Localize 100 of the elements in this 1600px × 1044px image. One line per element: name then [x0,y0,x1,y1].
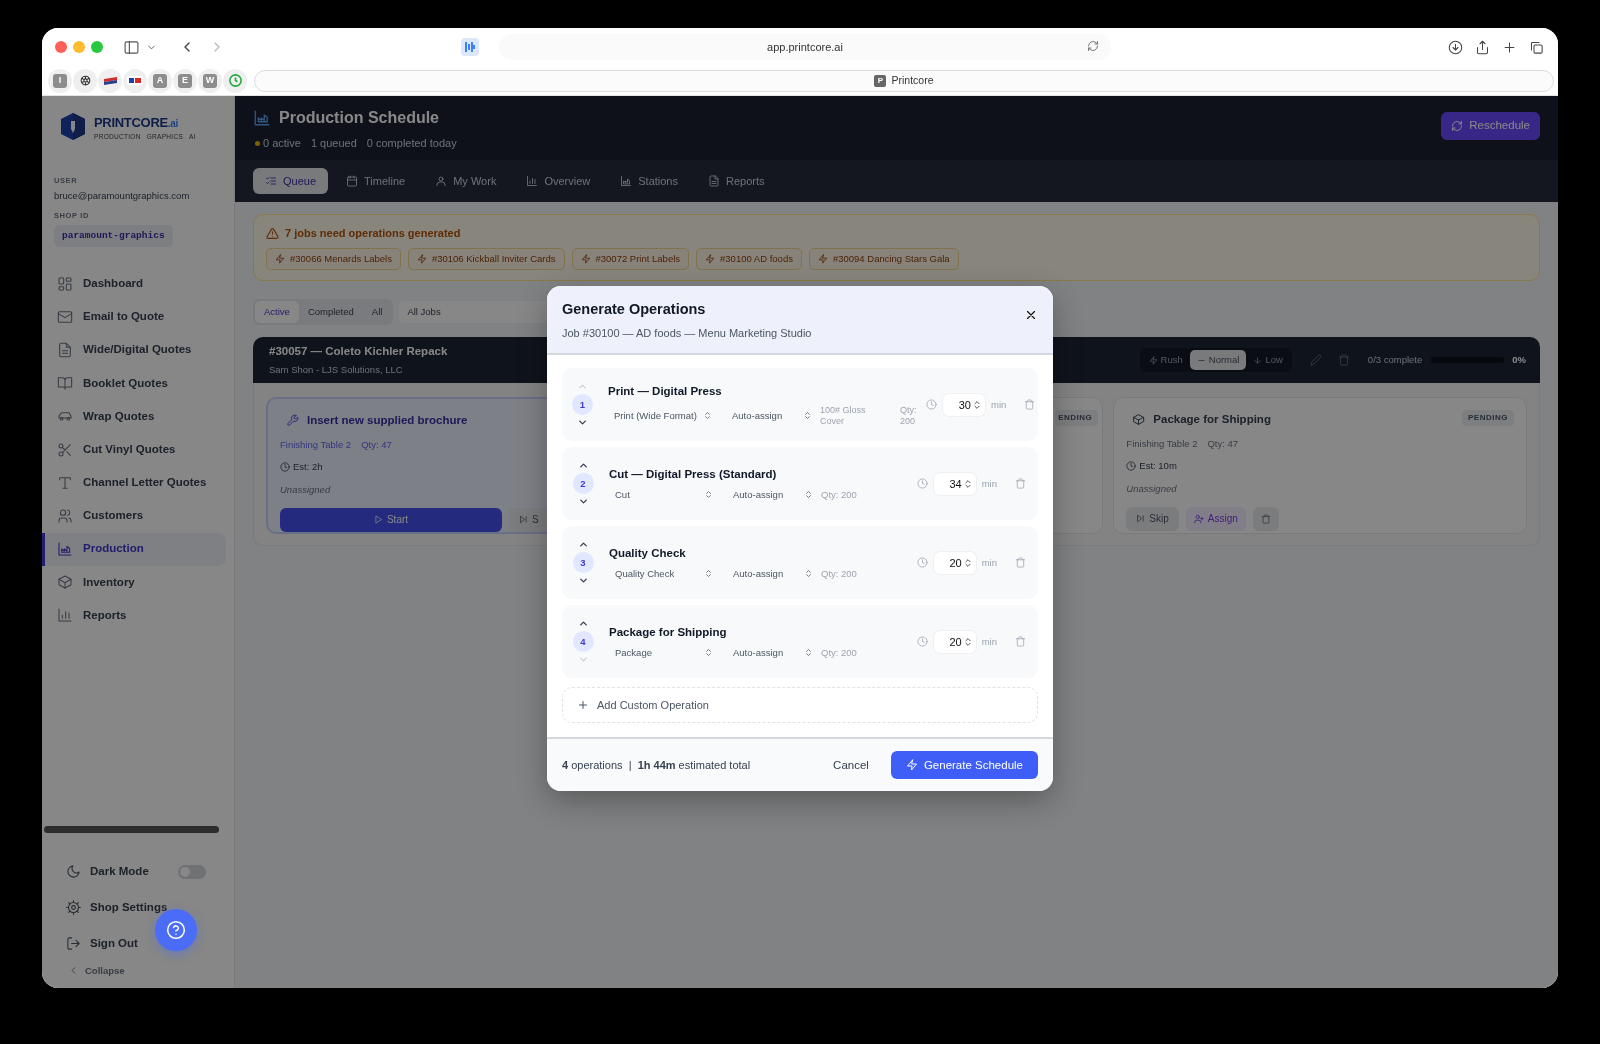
bar-chart-icon [57,607,73,624]
step-number: 1 [572,394,593,416]
scrollbar[interactable] [44,825,219,833]
operation-type-select[interactable]: Print (Wide Format) [608,408,712,423]
assignee: Unassigned [280,482,331,497]
sidebar-item[interactable]: Customers [42,499,226,533]
view-tab[interactable]: Stations [608,168,690,194]
sign-out-icon [66,936,81,952]
station-name: Finishing Table 2 [1126,437,1198,452]
stepper-icon [972,399,982,410]
sidebar-item[interactable]: Email to Quote [42,300,226,334]
operation-type-select[interactable]: Cut [609,487,713,502]
status-dot [255,140,260,146]
operation-type-select[interactable]: Package [609,645,713,660]
minutes-field[interactable]: 34 [933,472,976,495]
view-tab[interactable]: Queue [253,168,329,194]
assignee-select[interactable]: Auto-assign [727,645,813,660]
minutes-field[interactable]: 20 [933,551,976,574]
generate-schedule-button[interactable]: Generate Schedule [890,751,1038,780]
view-tab[interactable]: My Work [423,168,509,194]
assignee-select[interactable]: Auto-assign [727,487,813,502]
collapse-button[interactable]: Collapse [42,963,234,978]
up-down-icon [704,490,713,500]
user-plus-icon [1193,513,1204,524]
job-chip[interactable]: #30066 Menards Labels [266,247,401,270]
sidebar-item[interactable]: Channel Letter Quotes [42,466,226,500]
job-chip[interactable]: #30094 Dancing Stars Gala [808,247,959,270]
browser-tab[interactable]: P Printcore [254,69,1554,92]
skip-button[interactable]: Skip [1126,506,1179,531]
job-chip[interactable]: #30100 AD foods [696,247,802,270]
schedule-stat: 0 active [263,136,301,151]
skip-button[interactable]: S [509,507,549,532]
add-operation-button[interactable]: Add Custom Operation [562,687,1038,724]
sidebar-item[interactable]: Wide/Digital Quotes [42,333,226,367]
address-bar[interactable]: app.printcore.ai [499,34,1111,60]
pinned-tab[interactable] [98,68,122,93]
extension-icon[interactable] [461,38,479,56]
chart-icon [57,541,73,558]
stepper-icon [962,557,973,568]
clock-icon [916,478,928,490]
sidebar-item[interactable]: Reports [42,598,226,633]
view-tab[interactable]: Timeline [334,168,418,194]
pinned-tab[interactable]: A [148,68,172,93]
operation-name: Package for Shipping [609,624,728,640]
sidebar-item[interactable]: Cut Vinyl Quotes [42,432,226,467]
clock-icon [926,399,937,411]
sidebar-item[interactable]: Wrap Quotes [42,399,226,433]
pinned-tab[interactable] [73,68,97,93]
assignee-select[interactable]: Auto-assign [727,566,813,581]
scissors-icon [57,441,73,458]
minutes-unit: min [981,476,997,491]
sidebar-item[interactable]: Booklet Quotes [42,366,226,400]
start-button[interactable]: Start [280,507,502,532]
trash-icon [1337,354,1350,366]
close-button[interactable] [1024,308,1038,322]
job-chip[interactable]: #30106 Kickball Inviter Cards [407,247,565,270]
filter-segment[interactable]: Active [255,300,299,323]
lightning-icon [1148,355,1158,365]
assignee-select[interactable]: Auto-assign [726,408,812,423]
reload-icon [1087,40,1099,52]
cancel-button[interactable]: Cancel [827,755,875,775]
trash-icon [1024,399,1036,411]
user-icon [435,175,448,187]
user-email: bruce@paramountgraphics.com [53,189,191,204]
quantity: Qty: 200 [821,568,857,580]
filter-segment[interactable]: Completed [298,300,363,323]
priority-option[interactable]: Rush [1141,349,1190,371]
view-tab[interactable]: Reports [696,168,777,194]
clock-icon [227,73,243,88]
quantity: Qty: 200 [821,647,857,659]
text-icon [57,474,73,491]
reschedule-button[interactable]: Reschedule [1441,112,1540,140]
sidebar-item[interactable]: Dashboard [42,267,226,301]
view-tab[interactable]: Overview [514,168,603,194]
assign-button[interactable]: Assign [1185,506,1246,531]
dark-mode-toggle[interactable] [178,864,206,879]
pinned-tab[interactable]: I [48,68,72,93]
pinned-tab-letter: W [203,73,217,88]
warning-icon [266,226,279,240]
clock-icon [916,636,928,648]
pinned-tab[interactable]: W [198,68,222,93]
clock-icon [1126,460,1137,471]
pinned-tab[interactable] [123,68,147,93]
pinned-tab[interactable]: E [173,68,197,93]
filter-segment[interactable]: All [362,300,392,323]
sidebar-item[interactable]: Production [42,532,226,566]
shield-logo-icon [60,112,86,141]
operation-type-select[interactable]: Quality Check [609,566,713,581]
minutes-field[interactable]: 20 [933,630,976,653]
tab-favicon: P [874,74,887,87]
job-chip[interactable]: #30072 Print Labels [571,247,690,270]
close-window-button[interactable] [55,41,67,53]
shop-id-badge: paramount-graphics [54,224,173,247]
document-icon [57,341,73,358]
zoom-window-button[interactable] [91,41,103,53]
skip-icon [1136,514,1146,524]
priority-option[interactable]: Low [1246,349,1290,371]
priority-option[interactable]: Normal [1189,349,1247,371]
minutes-field[interactable]: 30 [943,393,985,416]
mail-icon [57,308,73,325]
